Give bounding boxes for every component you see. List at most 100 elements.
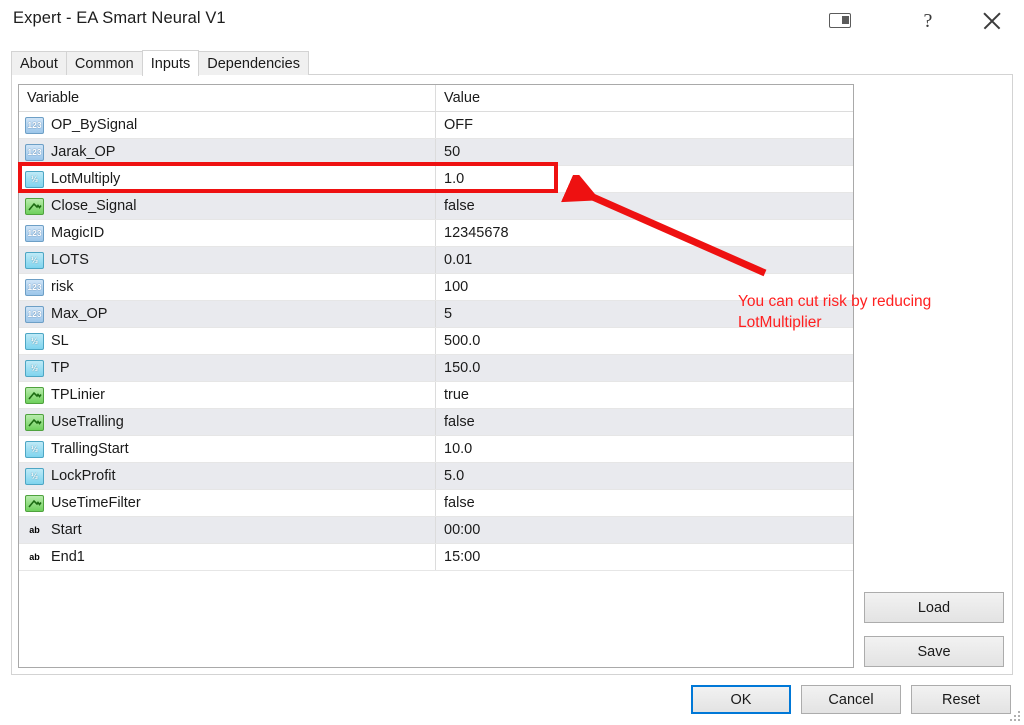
bool-type-icon [25,413,44,431]
variable-name: UseTralling [51,414,124,430]
table-row[interactable]: ½ LotMultiply 1.0 [19,166,853,193]
screen-icon [829,13,851,28]
variable-name: TPLinier [51,387,105,403]
cell-variable: 123 risk [19,274,435,300]
table-body: 123 OP_BySignal OFF 123 Jarak_OP 50 ½ LotMultip… [19,112,853,571]
int-type-icon: 123 [25,278,44,296]
cell-variable: ab Start [19,517,435,543]
table-row[interactable]: UseTimeFilter false [19,490,853,517]
cell-variable: UseTralling [19,409,435,435]
help-icon: ? [923,9,933,32]
int-type-icon: 123 [25,143,44,161]
cell-value[interactable]: 12345678 [435,220,853,246]
cell-value[interactable]: false [435,490,853,516]
table-row[interactable]: Close_Signal false [19,193,853,220]
table-row[interactable]: ½ LOTS 0.01 [19,247,853,274]
cell-value[interactable]: 100 [435,274,853,300]
table-row[interactable]: ab Start 00:00 [19,517,853,544]
tab-dependencies[interactable]: Dependencies [198,51,309,75]
table-row[interactable]: ab End1 15:00 [19,544,853,571]
cell-value[interactable]: 10.0 [435,436,853,462]
int-type-icon: 123 [25,305,44,323]
cell-value[interactable]: 5 [435,301,853,327]
window-title: Expert - EA Smart Neural V1 [13,9,226,27]
variable-name: TP [51,360,70,376]
cell-variable: Close_Signal [19,193,435,219]
cell-value[interactable]: 50 [435,139,853,165]
help-button[interactable]: ? [905,0,951,41]
cell-value[interactable]: true [435,382,853,408]
table-row[interactable]: 123 Jarak_OP 50 [19,139,853,166]
int-type-icon: 123 [25,116,44,134]
table-row[interactable]: UseTralling false [19,409,853,436]
cell-value[interactable]: 0.01 [435,247,853,273]
variable-name: LOTS [51,252,89,268]
tab-common[interactable]: Common [65,51,143,75]
cell-variable: UseTimeFilter [19,490,435,516]
bool-type-icon [25,197,44,215]
table-row[interactable]: TPLinier true [19,382,853,409]
cell-variable: 123 MagicID [19,220,435,246]
column-header-variable: Variable [27,90,80,106]
table-row[interactable]: 123 Max_OP 5 [19,301,853,328]
float-type-icon: ½ [25,440,44,458]
cell-value[interactable]: 1.0 [435,166,853,192]
float-type-icon: ½ [25,359,44,377]
resize-grip-icon[interactable] [1009,710,1021,722]
table-row[interactable]: ½ LockProfit 5.0 [19,463,853,490]
float-type-icon: ½ [25,251,44,269]
int-type-icon: 123 [25,224,44,242]
ok-button[interactable]: OK [691,685,791,714]
cell-variable: 123 Max_OP [19,301,435,327]
table-row[interactable]: ½ TrallingStart 10.0 [19,436,853,463]
cell-value[interactable]: false [435,193,853,219]
string-type-icon: ab [29,524,40,535]
cell-variable: ½ SL [19,328,435,354]
float-type-icon: ½ [25,332,44,350]
variable-name: LockProfit [51,468,116,484]
title-bar: Expert - EA Smart Neural V1 ? [0,0,1024,41]
cell-value[interactable]: 5.0 [435,463,853,489]
variable-name: UseTimeFilter [51,495,141,511]
cell-variable: TPLinier [19,382,435,408]
table-row[interactable]: 123 risk 100 [19,274,853,301]
variable-name: Jarak_OP [51,144,116,160]
float-type-icon: ½ [25,467,44,485]
cell-value[interactable]: 500.0 [435,328,853,354]
load-button[interactable]: Load [864,592,1004,623]
table-row[interactable]: ½ SL 500.0 [19,328,853,355]
variable-name: Start [51,522,82,538]
cell-variable: ½ LockProfit [19,463,435,489]
variable-name: Close_Signal [51,198,137,214]
table-row[interactable]: ½ TP 150.0 [19,355,853,382]
tab-inputs[interactable]: Inputs [141,50,200,76]
bool-type-icon [25,494,44,512]
close-button[interactable] [969,0,1015,41]
tab-about[interactable]: About [11,51,67,75]
bool-type-icon [25,386,44,404]
variable-name: TrallingStart [51,441,129,457]
variable-name: Max_OP [51,306,108,322]
cancel-button[interactable]: Cancel [801,685,901,714]
cell-value[interactable]: false [435,409,853,435]
tab-strip: About Common Inputs Dependencies [11,50,309,76]
variable-name: SL [51,333,69,349]
inputs-table[interactable]: Variable Value 123 OP_BySignal OFF 123 Jarak… [18,84,854,668]
string-type-icon: ab [29,551,40,562]
variable-name: MagicID [51,225,105,241]
screen-icon-button[interactable] [817,0,863,41]
cell-variable: 123 Jarak_OP [19,139,435,165]
variable-name: End1 [51,549,85,565]
reset-button[interactable]: Reset [911,685,1011,714]
cell-value[interactable]: OFF [435,112,853,138]
cell-value[interactable]: 15:00 [435,544,853,570]
variable-name: risk [51,279,74,295]
close-icon [981,10,1003,32]
save-button[interactable]: Save [864,636,1004,667]
table-row[interactable]: 123 MagicID 12345678 [19,220,853,247]
cell-value[interactable]: 150.0 [435,355,853,381]
variable-name: OP_BySignal [51,117,138,133]
table-row[interactable]: 123 OP_BySignal OFF [19,112,853,139]
cell-value[interactable]: 00:00 [435,517,853,543]
cell-variable: 123 OP_BySignal [19,112,435,138]
